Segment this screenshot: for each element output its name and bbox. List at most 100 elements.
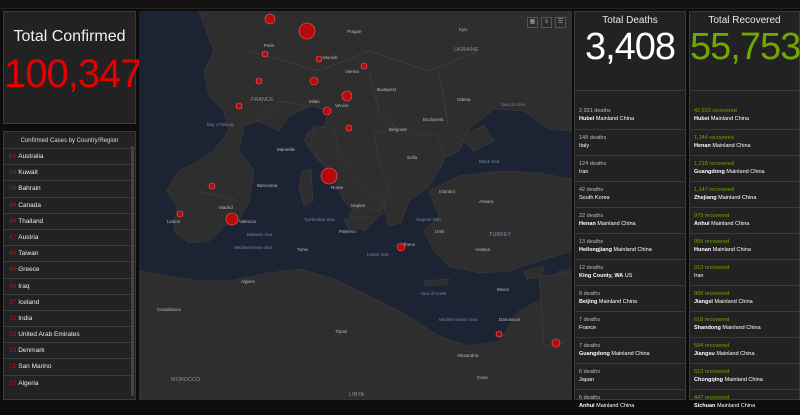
country-case-count: 61 — [9, 153, 17, 160]
deaths-list-item[interactable]: 6 deaths Japan — [575, 363, 685, 389]
recovered-region: Anhui — [694, 221, 710, 227]
recovered-count: 1,218 recovered — [694, 161, 734, 167]
recovered-list-item[interactable]: 447 recovered Sichuan Mainland China — [690, 389, 799, 415]
country-list-item[interactable]: 21 San Marino — [4, 358, 135, 374]
country-case-count: 48 — [9, 201, 17, 209]
deaths-list-item[interactable]: 7 deaths France — [575, 311, 685, 337]
deaths-count: 2,931 deaths — [579, 108, 611, 114]
country-name: Algeria — [18, 379, 39, 387]
deaths-list-item[interactable]: 22 deaths Henan Mainland China — [575, 207, 685, 233]
country-list-item[interactable]: 31 India — [4, 309, 135, 326]
bubble-4[interactable] — [341, 90, 353, 102]
country-list-item[interactable]: 37 Iceland — [4, 293, 135, 310]
recovered-location: Sichuan Mainland China — [694, 402, 799, 410]
bubble-10[interactable] — [176, 210, 184, 218]
country-list-scrollbar[interactable] — [131, 146, 134, 396]
recovered-location: Jiangxi Mainland China — [694, 298, 799, 306]
recovered-country: Iran — [694, 273, 704, 279]
bubble-7[interactable] — [320, 167, 338, 185]
deaths-country: Mainland China — [597, 221, 636, 227]
bubble-17[interactable] — [315, 55, 323, 63]
recovered-region: Hubei — [694, 116, 710, 122]
recovered-list-item[interactable]: 513 recovered Chongqing Mainland China — [690, 363, 799, 389]
bubble-11[interactable] — [261, 50, 269, 58]
country-list-item[interactable]: 40 Iraq — [4, 277, 135, 294]
country-list-item[interactable]: 45 Greece — [4, 261, 135, 277]
deaths-location: Heilongjiang Mainland China — [579, 246, 685, 254]
bubble-2[interactable] — [298, 22, 316, 40]
country-list-item[interactable]: 45 Taiwan — [4, 245, 135, 261]
country-name: India — [18, 314, 33, 322]
label-turkey: TURKEY — [489, 232, 512, 238]
recovered-list-item[interactable]: 979 recovered Anhui Mainland China — [690, 207, 799, 233]
country-name: Kuwait — [18, 169, 38, 177]
recovered-list-item[interactable]: 909 recovered Jiangxi Mainland China — [690, 285, 799, 311]
bubble-8[interactable] — [225, 212, 239, 226]
deaths-list-item[interactable]: 7 deaths Guangdong Mainland China — [575, 337, 685, 363]
recovered-location: Jiangsu Mainland China — [694, 350, 799, 358]
bubble-18[interactable] — [360, 62, 368, 70]
recovered-list-item[interactable]: 1,218 recovered Guangdong Mainland China — [690, 155, 799, 181]
bubble-3[interactable] — [309, 76, 319, 86]
deaths-country: Mainland China — [611, 351, 650, 357]
total-recovered-value: 55,753 — [690, 26, 800, 68]
deaths-list-item[interactable]: 2,931 deaths Hubei Mainland China — [575, 103, 685, 129]
recovered-list-item[interactable]: 955 recovered Hunan Mainland China — [690, 233, 799, 259]
country-list-item[interactable]: 29 United Arab Emirates — [4, 326, 135, 342]
deaths-list-item[interactable]: 42 deaths South Korea — [575, 181, 685, 207]
recovered-region: Henan — [694, 143, 711, 149]
bubble-9[interactable] — [208, 182, 216, 190]
deaths-region: Hubei — [579, 116, 595, 122]
deaths-location: Guangdong Mainland China — [579, 350, 685, 358]
country-list-panel[interactable]: Confirmed Cases by Country/Region 61 Aust… — [3, 131, 136, 400]
deaths-list-item[interactable]: 12 deaths King County, WA US — [575, 259, 685, 285]
bubble-12[interactable] — [235, 102, 243, 110]
deaths-list-item[interactable]: 8 deaths Beijing Mainland China — [575, 285, 685, 311]
label-kyiv: Kyiv — [459, 27, 468, 32]
recovered-list-item[interactable]: 913 recovered Iran — [690, 259, 799, 285]
country-list-item[interactable]: 47 Austria — [4, 228, 135, 245]
recovered-list-item[interactable]: 618 recovered Shandong Mainland China — [690, 311, 799, 337]
recovered-count: 618 recovered — [694, 317, 730, 323]
country-list-item[interactable]: 61 Australia — [4, 148, 135, 164]
country-list-header: Confirmed Cases by Country/Region — [20, 138, 119, 144]
deaths-list-item[interactable]: 13 deaths Heilongjiang Mainland China — [575, 233, 685, 259]
list-view-icon[interactable]: ≡ — [541, 17, 552, 28]
bubble-14[interactable] — [396, 242, 406, 252]
recovered-list-item[interactable]: 1,147 recovered Zhejiang Mainland China — [690, 181, 799, 207]
deaths-list-item[interactable]: 148 deaths Italy — [575, 129, 685, 155]
recovered-list-item[interactable]: 42,633 recovered Hubei Mainland China — [690, 103, 799, 129]
country-list-item[interactable]: 23 Denmark — [4, 342, 135, 358]
deaths-list[interactable]: 2,931 deaths Hubei Mainland China 148 deat… — [575, 103, 685, 415]
grid-view-icon[interactable]: ▦ — [527, 17, 538, 28]
bubble-6[interactable] — [345, 124, 353, 132]
deaths-country: Mainland China — [613, 247, 652, 253]
deaths-location: Hubei Mainland China — [579, 115, 685, 123]
recovered-country: Mainland China — [716, 403, 756, 409]
country-list-item[interactable]: 48 Thailand — [4, 212, 135, 229]
map-canvas[interactable]: UKRAINE FRANCE TURKEY MOROCCO LIBYA Bay … — [139, 11, 572, 400]
deaths-location: France — [579, 324, 685, 332]
deaths-list-item[interactable]: 124 deaths Iran — [575, 155, 685, 181]
country-list-item[interactable]: 48 Canada — [4, 196, 135, 213]
deaths-region: Henan — [579, 221, 596, 227]
bubble-1[interactable] — [264, 13, 276, 25]
country-list[interactable]: 61 Australia 58 Kuwait 55 Bahrain 48 Canada 48 Th… — [4, 148, 135, 391]
country-list-item[interactable]: 17 Algeria — [4, 374, 135, 391]
map-view[interactable]: UKRAINE FRANCE TURKEY MOROCCO LIBYA Bay … — [139, 11, 572, 400]
country-case-count: 40 — [9, 282, 17, 290]
recovered-list-item[interactable]: 594 recovered Jiangsu Mainland China — [690, 337, 799, 363]
bubble-13[interactable] — [255, 77, 263, 85]
deaths-count: 6 deaths — [579, 395, 601, 401]
bubble-16[interactable] — [495, 330, 503, 338]
bubble-5[interactable] — [322, 106, 332, 116]
layers-icon[interactable]: ☰ — [555, 17, 566, 28]
recovered-list[interactable]: 42,633 recovered Hubei Mainland China 1,24… — [690, 103, 799, 415]
label-belgrade: Belgrade — [389, 127, 408, 132]
recovered-count: 913 recovered — [694, 265, 730, 271]
country-list-item[interactable]: 58 Kuwait — [4, 164, 135, 180]
country-list-item[interactable]: 55 Bahrain — [4, 180, 135, 196]
recovered-list-item[interactable]: 1,244 recovered Henan Mainland China — [690, 129, 799, 155]
deaths-list-item[interactable]: 6 deaths Anhui Mainland China — [575, 389, 685, 415]
bubble-15[interactable] — [551, 338, 561, 348]
